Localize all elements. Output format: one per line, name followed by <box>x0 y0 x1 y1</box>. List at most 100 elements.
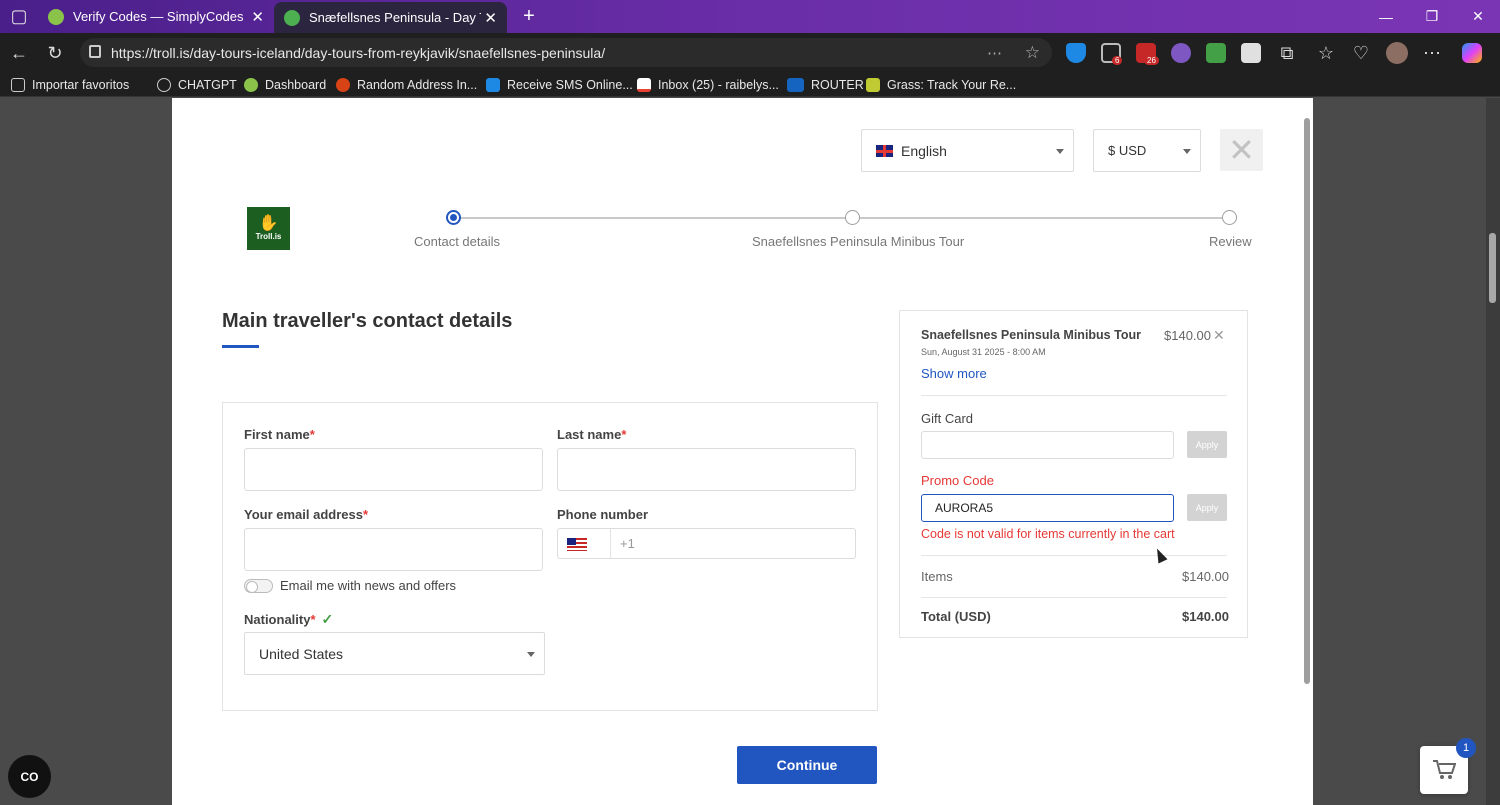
promo-error-message: Code is not valid for items currently in… <box>921 527 1175 541</box>
page-scrollbar[interactable] <box>1301 98 1313 805</box>
bookmark-inbox[interactable]: Inbox (25) - raibelys... <box>637 76 779 94</box>
gmail-icon <box>637 78 651 92</box>
flag-divider <box>610 529 611 558</box>
step-label-contact: Contact details <box>414 234 500 249</box>
copilot-icon[interactable] <box>1462 43 1482 63</box>
favorite-star-icon[interactable]: ☆ <box>1025 43 1040 63</box>
chatgpt-icon <box>157 78 171 92</box>
game-extension-icon[interactable] <box>1171 43 1191 63</box>
language-value: English <box>901 142 947 159</box>
bookmark-router[interactable]: ROUTER <box>787 76 864 94</box>
promo-code-value: AURORA5 <box>935 501 994 515</box>
reader-icon[interactable]: ⋯ <box>987 44 1002 62</box>
scroll-thumb[interactable] <box>1304 118 1310 684</box>
gift-card-field[interactable] <box>921 431 1174 459</box>
refresh-icon[interactable]: ↻ <box>43 41 67 65</box>
bookmark-dashboard[interactable]: Dashboard <box>244 76 326 94</box>
sms-icon <box>486 78 500 92</box>
bookmark-receive-sms[interactable]: Receive SMS Online... <box>486 76 633 94</box>
phone-label: Phone number <box>557 507 649 522</box>
promo-apply-button[interactable]: Apply <box>1187 494 1227 521</box>
step-label-review: Review <box>1209 234 1252 249</box>
extensions-puzzle-icon[interactable]: ⧉ <box>1275 41 1299 65</box>
remove-tour-icon[interactable]: ✕ <box>1213 327 1225 344</box>
tab-snaefellsnes[interactable]: Snæfellsnes Peninsula - Day Tour ✕ <box>274 2 507 33</box>
divider <box>921 597 1227 598</box>
step-dot-contact <box>446 210 461 225</box>
currency-select[interactable]: $ USD <box>1093 129 1201 172</box>
bookmark-chatgpt[interactable]: CHATGPT <box>157 76 237 94</box>
tour-name: Snaefellsnes Peninsula Minibus Tour <box>921 328 1141 342</box>
show-more-link[interactable]: Show more <box>921 366 987 381</box>
capture-extension-icon[interactable] <box>1241 43 1261 63</box>
items-label: Items <box>921 569 953 584</box>
last-name-field[interactable] <box>557 448 856 491</box>
simplycodes-favicon-icon <box>48 8 64 25</box>
phone-prefix: +1 <box>620 536 635 551</box>
health-icon[interactable]: ♡ <box>1349 41 1373 65</box>
first-name-label: First name* <box>244 427 315 442</box>
email-label: Your email address* <box>244 507 369 522</box>
troll-favicon-icon <box>284 9 300 26</box>
chart-extension-icon[interactable] <box>1206 43 1226 63</box>
shield-extension-icon[interactable] <box>1066 43 1086 63</box>
uk-flag-icon <box>876 144 893 157</box>
close-window-icon[interactable]: ✕ <box>1455 0 1500 33</box>
browser-tab-bar: ▢ Verify Codes — SimplyCodes ✕ Snæfellsn… <box>0 0 1500 33</box>
promo-code-field[interactable]: AURORA5 <box>921 494 1174 522</box>
restore-icon[interactable]: ❐ <box>1409 0 1455 33</box>
address-bar-row: ← ↻ https://troll.is/day-tours-iceland/d… <box>0 33 1500 73</box>
profile-avatar[interactable] <box>1386 42 1408 64</box>
more-menu-icon[interactable]: ⋯ <box>1420 41 1444 65</box>
nationality-select[interactable]: United States <box>244 632 545 675</box>
bookmark-random-address[interactable]: Random Address In... <box>336 76 477 94</box>
step-dot-review <box>1222 210 1237 225</box>
tour-price: $140.00 <box>1164 328 1211 343</box>
chevron-down-icon <box>1183 149 1191 154</box>
bookmarks-bar: Importar favoritos CHATGPT Dashboard Ran… <box>0 73 1500 97</box>
tab-verify-codes[interactable]: Verify Codes — SimplyCodes ✕ <box>38 0 274 33</box>
newsletter-toggle[interactable] <box>244 579 273 593</box>
scroll-thumb[interactable] <box>1489 233 1496 303</box>
router-icon <box>787 78 804 92</box>
gift-card-apply-button[interactable]: Apply <box>1187 431 1227 458</box>
language-select[interactable]: English <box>861 129 1074 172</box>
nationality-value: United States <box>259 645 344 662</box>
window-scrollbar[interactable] <box>1486 98 1500 805</box>
phone-field[interactable]: +1 <box>557 528 856 559</box>
promo-code-label: Promo Code <box>921 473 994 488</box>
random-address-icon <box>336 78 350 92</box>
chevron-down-icon <box>527 652 535 657</box>
back-icon[interactable]: ← <box>7 41 31 65</box>
us-flag-icon[interactable] <box>567 538 587 551</box>
troll-logo[interactable]: ✋ Troll.is <box>247 207 290 250</box>
bookmark-grass[interactable]: Grass: Track Your Re... <box>866 76 1016 94</box>
close-tab-icon[interactable]: ✕ <box>484 9 497 27</box>
items-value: $140.00 <box>1182 569 1229 584</box>
continue-button[interactable]: Continue <box>737 746 877 784</box>
tour-date: Sun, August 31 2025 - 8:00 AM <box>921 347 1046 357</box>
grass-icon <box>866 78 880 92</box>
contact-form: First name* Last name* Your email addres… <box>222 402 878 711</box>
checkout-page: English $ USD ✕ ✋ Troll.is Contact detai… <box>172 98 1312 805</box>
step-dot-tour <box>845 210 860 225</box>
last-name-label: Last name* <box>557 427 627 442</box>
newsletter-label: Email me with news and offers <box>280 578 457 593</box>
new-tab-icon[interactable]: + <box>506 0 552 33</box>
minimize-icon[interactable]: — <box>1363 0 1409 33</box>
tab-title: Snæfellsnes Peninsula - Day Tour <box>309 10 481 25</box>
currency-value: $ USD <box>1108 143 1147 158</box>
favorites-icon[interactable]: ☆ <box>1314 41 1338 65</box>
floating-assistant-button[interactable]: CO <box>8 755 51 798</box>
url-input[interactable]: https://troll.is/day-tours-iceland/day-t… <box>80 38 1052 67</box>
email-field[interactable] <box>244 528 543 571</box>
progress-line <box>454 217 1230 219</box>
folder-icon <box>11 78 25 92</box>
first-name-field[interactable] <box>244 448 543 491</box>
tab-actions-icon[interactable]: ▢ <box>7 4 31 28</box>
gift-card-label: Gift Card <box>921 411 974 426</box>
close-tab-icon[interactable]: ✕ <box>251 8 264 26</box>
divider <box>921 395 1227 396</box>
close-checkout-button[interactable]: ✕ <box>1220 129 1263 171</box>
bookmark-import[interactable]: Importar favoritos <box>11 76 129 94</box>
